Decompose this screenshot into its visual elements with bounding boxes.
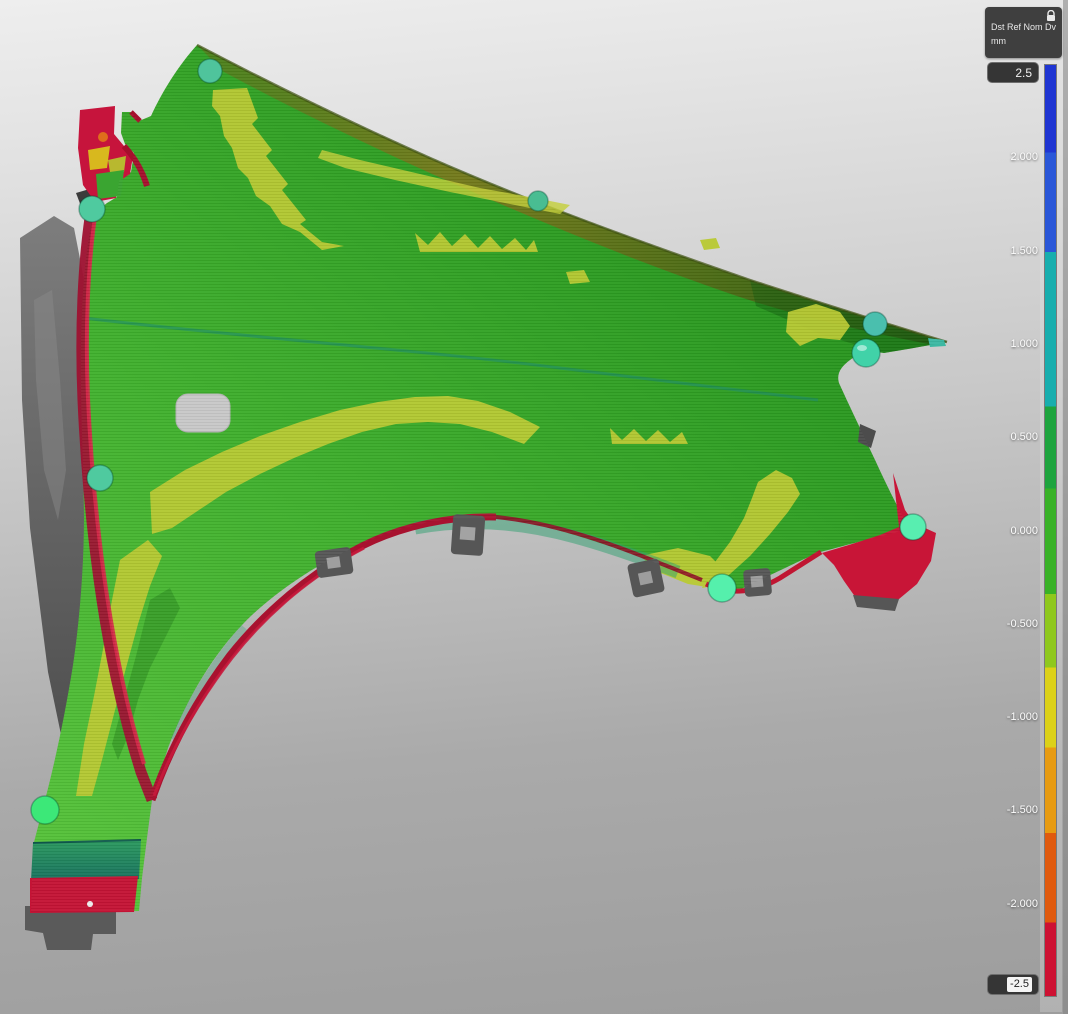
scale-tick-label: 1.500 — [978, 244, 1038, 258]
scale-tick-label: -2.000 — [978, 897, 1038, 911]
legend-min-value: -2.5 — [1007, 977, 1032, 992]
scale-tick-label: 1.000 — [978, 337, 1038, 351]
color-scale-bar[interactable] — [1044, 64, 1057, 997]
scale-tick-label: -0.500 — [978, 617, 1038, 631]
reference-point-marker[interactable] — [863, 312, 887, 336]
reference-point-marker[interactable] — [87, 465, 113, 491]
scale-tick-label: 0.500 — [978, 430, 1038, 444]
fender-deviation-mesh — [0, 0, 1068, 1014]
window-edge — [1063, 0, 1068, 1014]
reference-point-marker[interactable] — [198, 59, 222, 83]
legend-max-input[interactable]: 2.5 — [987, 62, 1039, 83]
reference-point-marker[interactable] — [852, 339, 880, 367]
legend-title: Dst Ref Nom Dv — [991, 22, 1056, 32]
scale-tick-label: 0.000 — [978, 524, 1038, 538]
brushed-texture-overlay — [31, 45, 947, 912]
marker-highlight — [857, 345, 867, 351]
scale-tick-label: -1.500 — [978, 803, 1038, 817]
lock-icon — [1046, 10, 1056, 22]
reference-point-marker[interactable] — [708, 574, 736, 602]
reference-point-marker[interactable] — [31, 796, 59, 824]
3d-viewport[interactable]: Dst Ref Nom Dv mm 2.5 2.000 1.500 1.000 0.5… — [0, 0, 1068, 1014]
reference-point-marker[interactable] — [900, 514, 926, 540]
scale-tick-label: -1.000 — [978, 710, 1038, 724]
legend-header[interactable]: Dst Ref Nom Dv mm — [985, 7, 1062, 58]
legend-unit: mm — [991, 36, 1056, 46]
legend-max-value: 2.5 — [1015, 66, 1032, 80]
reference-point-marker[interactable] — [528, 191, 548, 211]
legend-min-input[interactable]: -2.5 — [987, 974, 1039, 995]
scale-tick-label: 2.000 — [978, 150, 1038, 164]
reference-point-marker[interactable] — [79, 196, 105, 222]
